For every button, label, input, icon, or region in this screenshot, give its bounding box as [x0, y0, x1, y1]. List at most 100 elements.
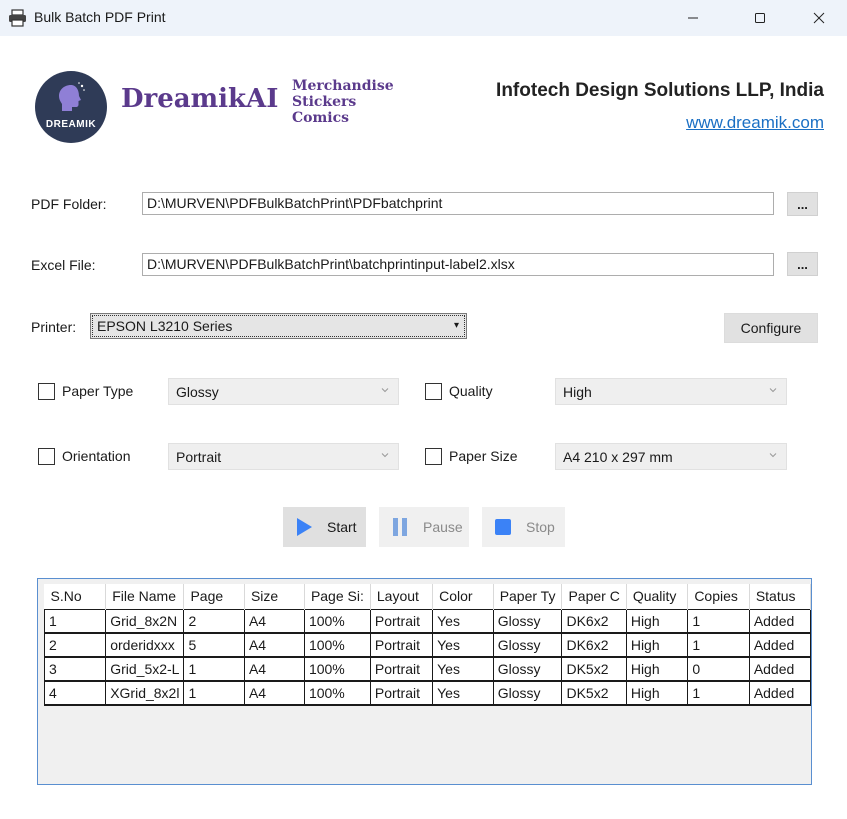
pdf-folder-label: PDF Folder: [31, 196, 107, 212]
chevron-down-icon [381, 388, 389, 393]
orientation-select[interactable]: Portrait [168, 443, 399, 470]
printer-select[interactable]: EPSON L3210 Series ▾ [90, 313, 467, 339]
pause-label: Pause [423, 519, 463, 535]
orientation-value: Portrait [176, 449, 222, 465]
paper-size-label: Paper Size [449, 448, 518, 464]
paper-type-checkbox[interactable] [38, 383, 55, 400]
table-cell: DK6x2 [561, 632, 627, 658]
column-header[interactable]: Copies [687, 584, 750, 609]
pause-icon [391, 517, 409, 537]
column-header[interactable]: Status [749, 584, 811, 609]
table-cell: DK5x2 [561, 680, 627, 706]
column-header[interactable]: Size [244, 584, 305, 609]
column-header[interactable]: Layout [370, 584, 434, 609]
pause-button[interactable]: Pause [379, 507, 469, 547]
quality-value: High [563, 384, 592, 400]
printer-icon [8, 9, 27, 27]
paper-size-select[interactable]: A4 210 x 297 mm [555, 443, 787, 470]
stop-icon [494, 517, 512, 537]
tagline-line: Merchandise [292, 78, 394, 94]
column-header[interactable]: Page [183, 584, 245, 609]
table-cell: Added [748, 680, 811, 706]
table-cell: 1 [183, 656, 245, 682]
stop-button[interactable]: Stop [482, 507, 565, 547]
chevron-down-icon [769, 453, 777, 458]
pdf-folder-input[interactable]: D:\MURVEN\PDFBulkBatchPrint\PDFbatchprin… [142, 192, 774, 215]
table-cell: 2 [43, 632, 107, 658]
website-link[interactable]: www.dreamik.com [686, 113, 824, 133]
table-cell: Added [748, 608, 811, 634]
paper-size-value: A4 210 x 297 mm [563, 449, 673, 465]
tagline: Merchandise Stickers Comics [292, 78, 394, 126]
table-cell: A4 [243, 608, 305, 634]
play-icon [295, 517, 313, 537]
table-row[interactable]: 4 XGrid_8x2l 1 A4 100% Portrait Yes Glossy DK5x2… [43, 680, 811, 706]
column-header[interactable]: S.No [44, 584, 107, 609]
table-cell: A4 [243, 632, 305, 658]
table-cell: Portrait [369, 656, 434, 682]
orientation-label: Orientation [62, 448, 131, 464]
stop-label: Stop [526, 519, 555, 535]
table-row[interactable]: 2 orderidxxx 5 A4 100% Portrait Yes Glossy DK6x2… [43, 632, 811, 658]
column-header[interactable]: Page Si: [304, 584, 371, 609]
tagline-line: Stickers [292, 94, 357, 110]
tagline-line: Comics [292, 110, 350, 126]
title-bar: Bulk Batch PDF Print [0, 0, 847, 36]
column-header[interactable]: Paper C [561, 584, 627, 609]
logo-text: DREAMIK [45, 119, 97, 130]
table-cell: Added [748, 656, 811, 682]
chevron-down-icon [381, 453, 389, 458]
column-header[interactable]: Paper Ty [493, 584, 563, 609]
start-button[interactable]: Start [283, 507, 366, 547]
quality-checkbox[interactable] [425, 383, 442, 400]
pdf-folder-browse-button[interactable]: ... [787, 192, 818, 216]
quality-select[interactable]: High [555, 378, 787, 405]
paper-type-label: Paper Type [62, 383, 134, 399]
excel-file-input[interactable]: D:\MURVEN\PDFBulkBatchPrint\batchprintin… [142, 253, 774, 276]
close-icon [813, 12, 825, 24]
table-cell: Glossy [492, 608, 563, 634]
printer-value: EPSON L3210 Series [97, 318, 233, 334]
close-button[interactable] [796, 0, 842, 36]
table-cell: orderidxxx [105, 632, 185, 658]
batch-grid[interactable]: S.No File Name Page Size Page Si: Layout… [37, 578, 812, 785]
company-name: Infotech Design Solutions LLP, India [496, 80, 824, 101]
table-row[interactable]: 1 Grid_8x2N 2 A4 100% Portrait Yes Glossy DK6x2 H… [43, 608, 811, 634]
table-cell: Yes [432, 656, 494, 682]
chevron-down-icon [769, 388, 777, 393]
table-cell: A4 [243, 680, 305, 706]
batch-table: S.No File Name Page Size Page Si: Layout… [43, 584, 811, 706]
table-cell: 2 [183, 608, 245, 634]
table-cell: A4 [243, 656, 305, 682]
table-cell: Glossy [492, 632, 563, 658]
table-cell: Glossy [492, 680, 563, 706]
window-title: Bulk Batch PDF Print [34, 9, 166, 25]
maximize-button[interactable] [737, 0, 783, 36]
column-header[interactable]: Quality [626, 584, 689, 609]
configure-button[interactable]: Configure [724, 313, 818, 343]
table-header-row: S.No File Name Page Size Page Si: Layout… [44, 584, 811, 609]
table-cell: Added [748, 632, 811, 658]
paper-size-checkbox[interactable] [425, 448, 442, 465]
paper-type-select[interactable]: Glossy [168, 378, 399, 405]
table-cell: High [625, 632, 689, 658]
column-header[interactable]: File Name [105, 584, 185, 609]
table-row[interactable]: 3 Grid_5x2-L 1 A4 100% Portrait Yes Glossy DK5x2… [43, 656, 811, 682]
excel-file-browse-button[interactable]: ... [787, 252, 818, 276]
table-cell: Glossy [492, 656, 563, 682]
table-cell: 100% [303, 608, 371, 634]
table-cell: DK6x2 [561, 608, 627, 634]
maximize-icon [755, 13, 765, 23]
table-cell: High [625, 656, 689, 682]
table-cell: Portrait [369, 680, 434, 706]
table-cell: 1 [183, 680, 245, 706]
quality-label: Quality [449, 383, 493, 399]
excel-file-label: Excel File: [31, 257, 96, 273]
table-cell: Grid_8x2N [105, 608, 185, 634]
column-header[interactable]: Color [432, 584, 494, 609]
table-cell: 0 [687, 656, 750, 682]
start-label: Start [327, 519, 357, 535]
minimize-button[interactable] [670, 0, 716, 36]
orientation-checkbox[interactable] [38, 448, 55, 465]
table-cell: Portrait [369, 608, 434, 634]
